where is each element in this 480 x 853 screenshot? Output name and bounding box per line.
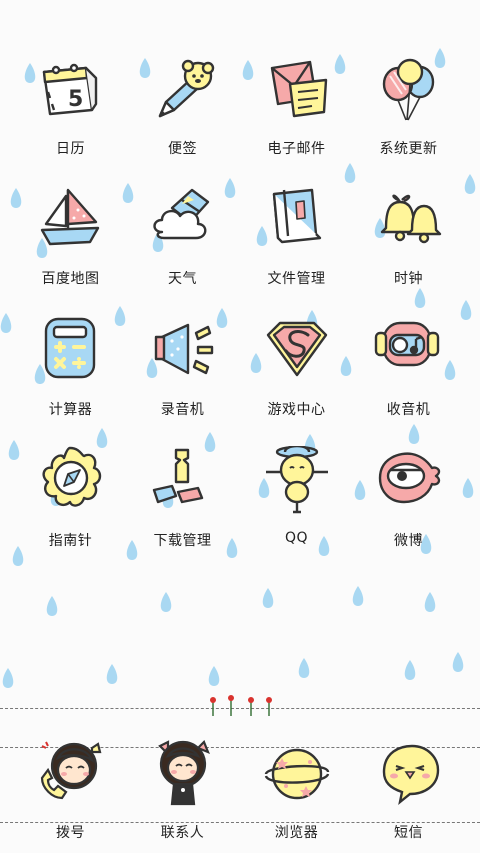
app-label: 指南针 xyxy=(48,533,93,549)
app-label: 游戏中心 xyxy=(267,402,326,418)
radio-icon xyxy=(374,321,439,367)
eye-blob-icon xyxy=(378,452,440,504)
app-notes[interactable]: 便签 xyxy=(126,54,239,164)
sailboat-icon xyxy=(40,188,99,246)
book-icon xyxy=(272,188,321,244)
app-calculator[interactable]: 计算器 xyxy=(14,315,127,425)
app-recorder[interactable]: 录音机 xyxy=(126,315,239,425)
megaphone-icon xyxy=(154,323,213,375)
balloons-icon xyxy=(382,58,434,121)
app-system-update[interactable]: 系统更新 xyxy=(352,54,465,164)
cat-girl-icon xyxy=(157,740,210,806)
app-label: 微博 xyxy=(394,533,423,549)
app-label: 百度地图 xyxy=(41,271,100,287)
scarecrow-icon xyxy=(265,446,328,514)
app-label: 浏览器 xyxy=(274,825,319,841)
pencil-icon xyxy=(158,59,214,118)
app-label: 计算器 xyxy=(48,402,93,418)
home-app-grid: 5 日历 便签 电子邮件 系统更新 百度地图 天气 文件管理 时钟 计算器 录音… xyxy=(0,0,480,853)
app-label: 收音机 xyxy=(386,402,431,418)
app-label: 联系人 xyxy=(160,825,205,841)
compass-flower-icon xyxy=(41,446,101,507)
tickets-icon xyxy=(152,448,203,504)
app-label: 日历 xyxy=(56,141,85,157)
app-label: 短信 xyxy=(394,825,423,841)
envelope-icon xyxy=(270,60,327,118)
app-compass[interactable]: 指南针 xyxy=(14,446,127,556)
calendar-icon: 5 xyxy=(42,63,97,116)
app-weather[interactable]: 天气 xyxy=(126,184,239,294)
app-label: 天气 xyxy=(168,271,197,287)
bells-icon xyxy=(380,194,441,244)
app-weibo[interactable]: 微博 xyxy=(352,446,465,556)
app-file-manager[interactable]: 文件管理 xyxy=(240,184,353,294)
app-label: 文件管理 xyxy=(267,271,326,287)
dock-dialer[interactable]: 拨号 xyxy=(14,738,127,848)
app-label: QQ xyxy=(284,530,309,546)
app-label: 录音机 xyxy=(160,402,205,418)
girl-phone-icon xyxy=(40,741,101,800)
app-label: 电子邮件 xyxy=(267,141,326,157)
chick-face-icon xyxy=(382,744,439,805)
app-download-manager[interactable]: 下载管理 xyxy=(126,446,239,556)
app-qq[interactable]: QQ xyxy=(240,446,353,556)
planet-icon xyxy=(264,748,329,800)
app-email[interactable]: 电子邮件 xyxy=(240,54,353,164)
dock-browser[interactable]: 浏览器 xyxy=(240,738,353,848)
calculator-icon xyxy=(44,317,95,379)
dock-contacts[interactable]: 联系人 xyxy=(126,738,239,848)
superman-badge-icon xyxy=(266,321,327,377)
app-label: 拨号 xyxy=(56,825,85,841)
flowers-decoration xyxy=(210,695,272,716)
app-clock[interactable]: 时钟 xyxy=(352,184,465,294)
app-calendar[interactable]: 5 日历 xyxy=(14,54,127,164)
app-game-center[interactable]: 游戏中心 xyxy=(240,315,353,425)
app-label: 系统更新 xyxy=(379,141,438,157)
cloud-kite-icon xyxy=(152,188,209,240)
dock-messages[interactable]: 短信 xyxy=(352,738,465,848)
app-label: 便签 xyxy=(168,141,197,157)
app-label: 下载管理 xyxy=(153,533,212,549)
app-label: 时钟 xyxy=(394,271,423,287)
calendar-day-number: 5 xyxy=(68,87,83,112)
app-baidu-map[interactable]: 百度地图 xyxy=(14,184,127,294)
app-radio[interactable]: 收音机 xyxy=(352,315,465,425)
